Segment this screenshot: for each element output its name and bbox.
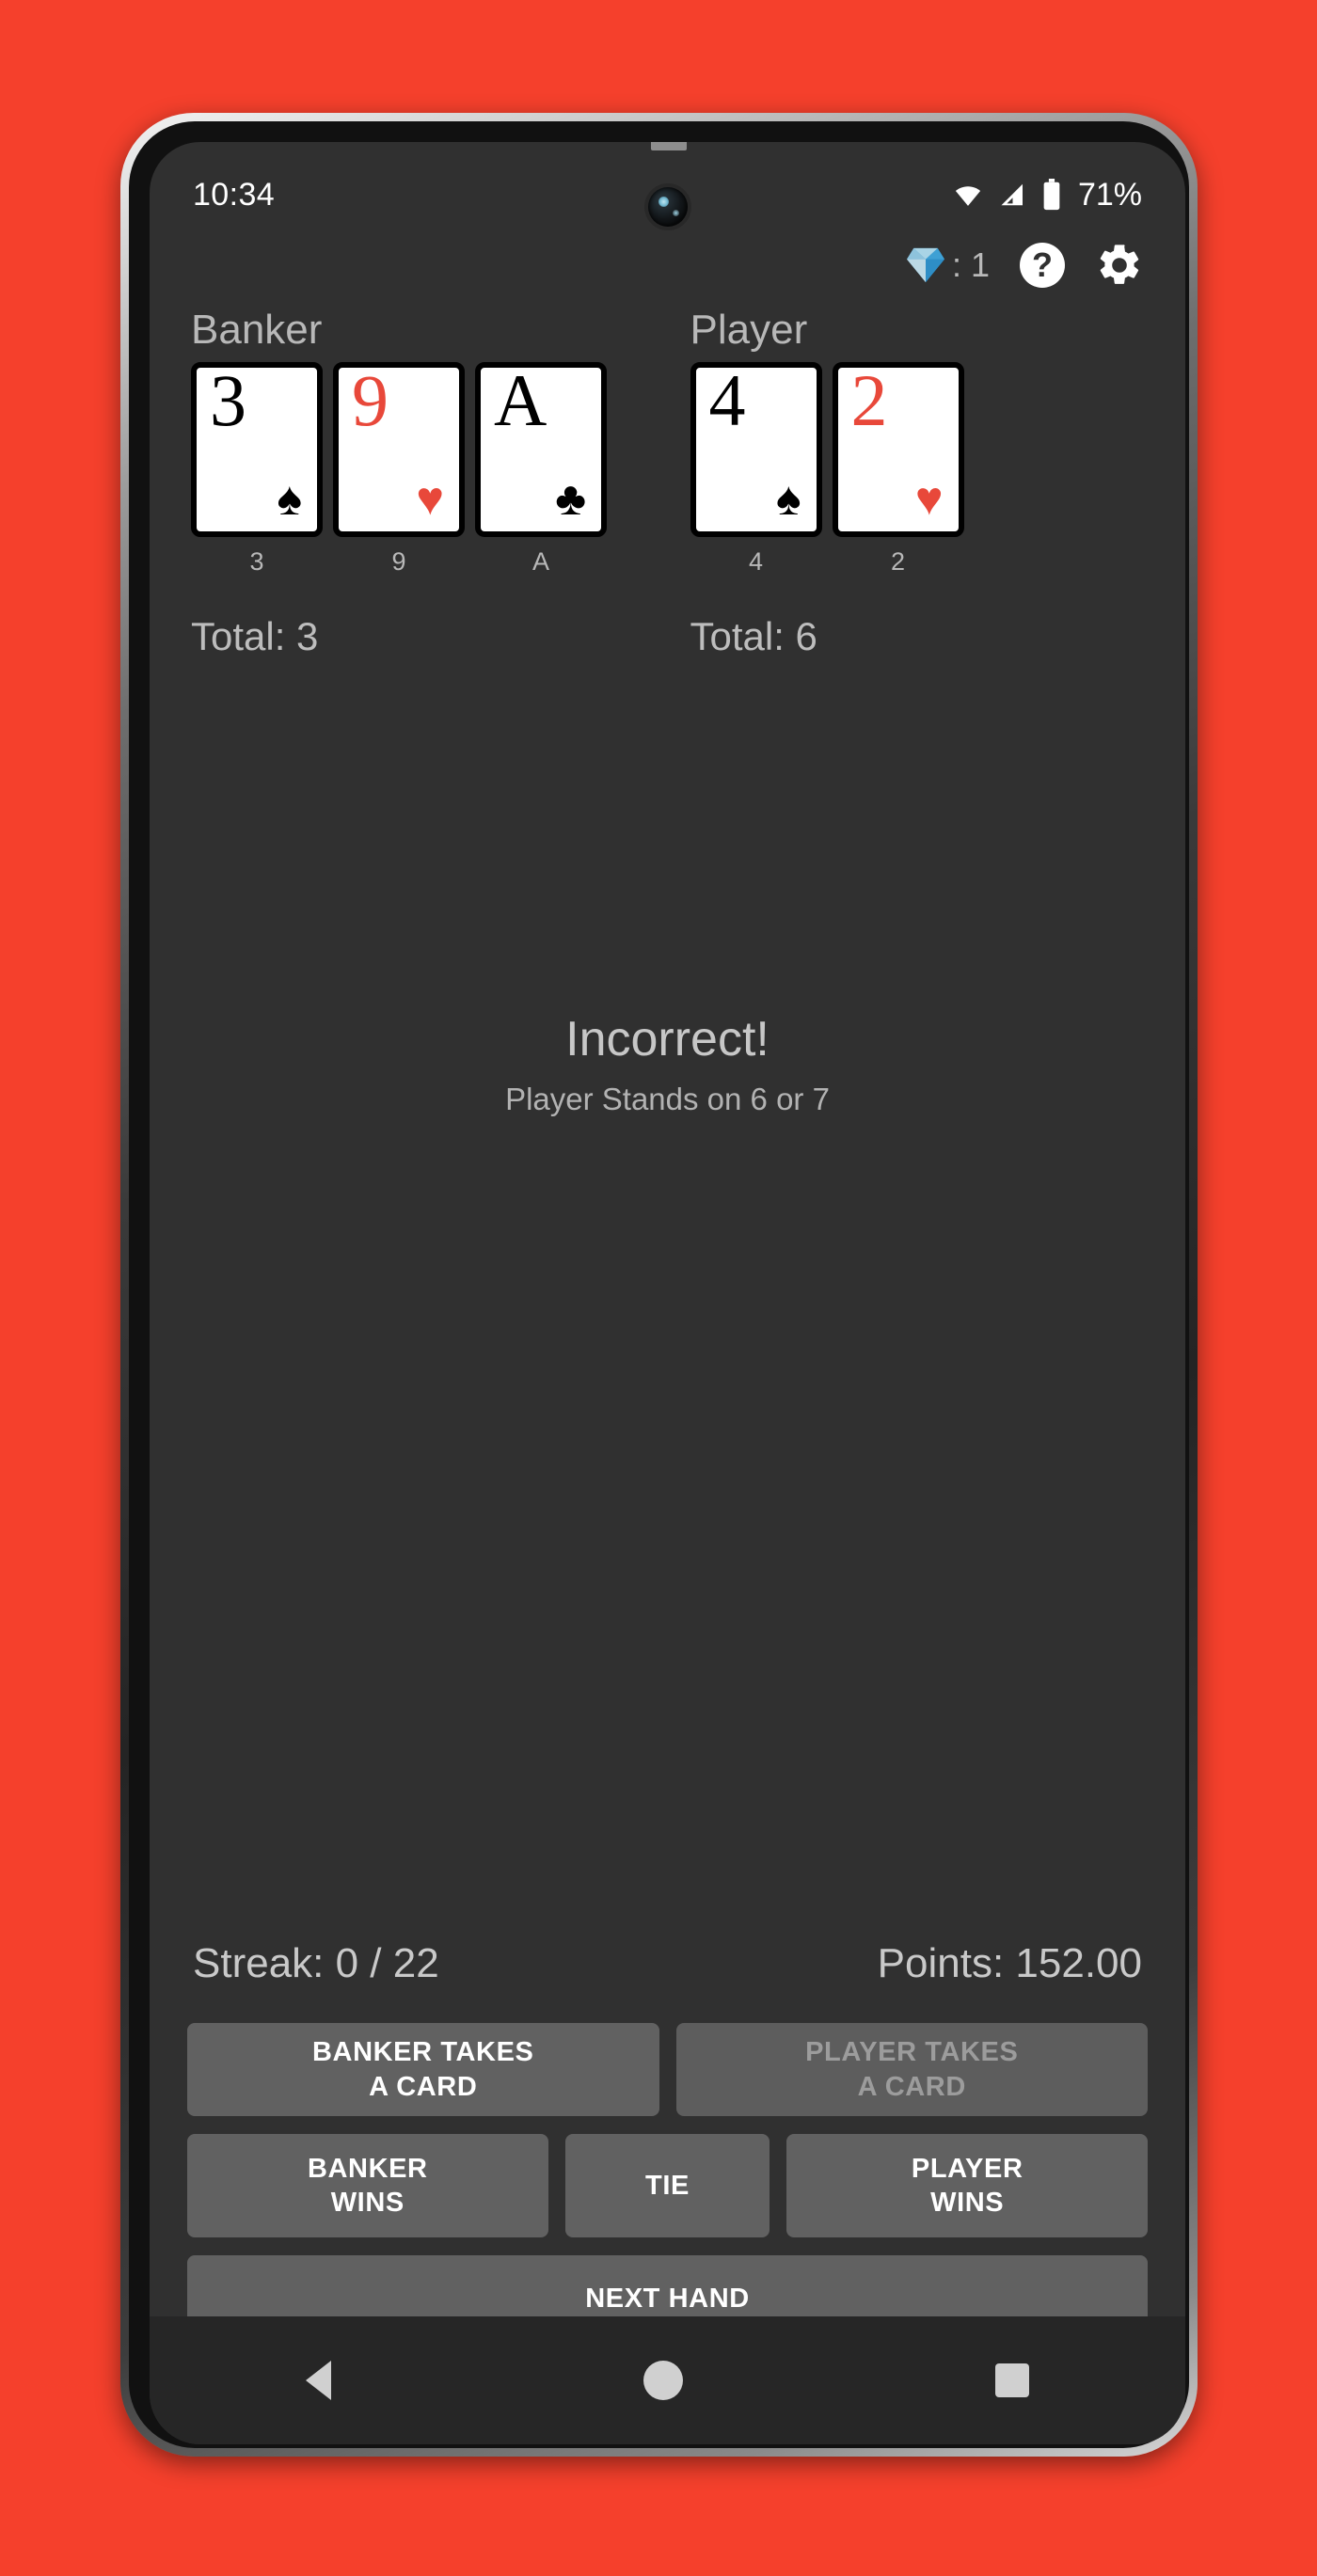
feedback-subtitle: Player Stands on 6 or 7: [505, 1081, 830, 1116]
phone-frame: 10:34 71%: 1 ? Banker 3 ♠ 3 9 ♥ 9 A ♣ A…: [120, 113, 1198, 2457]
score-row: Streak: 0 / 22 Points: 152.00: [150, 1940, 1185, 1987]
player-title: Player: [690, 307, 808, 353]
banker-title: Banker: [191, 307, 323, 353]
playing-card[interactable]: 2 ♥: [832, 359, 964, 538]
card-rank: 2: [850, 359, 888, 442]
earpiece-speaker: [651, 142, 687, 150]
battery-percent-label: 71%: [1077, 176, 1142, 213]
card-value-label: 9: [391, 547, 406, 577]
card-value-label: 2: [890, 547, 906, 577]
gear-icon[interactable]: [1095, 241, 1144, 290]
streak-label: Streak: 0 / 22: [193, 1940, 439, 1986]
winner-row: BANKER WINS TIE PLAYER WINS: [187, 2134, 1148, 2237]
playing-card[interactable]: 9 ♥: [333, 359, 465, 538]
status-time: 10:34: [193, 176, 276, 213]
status-bar: 10:34 71%: [150, 168, 1185, 221]
player-wins-button[interactable]: PLAYER WINS: [786, 2134, 1148, 2237]
takes-card-row: BANKER TAKES A CARD PLAYER TAKES A CARD: [187, 2023, 1148, 2116]
card-value-label: 4: [748, 547, 764, 577]
banker-wins-button[interactable]: BANKER WINS: [187, 2134, 548, 2237]
banker-hand: Banker 3 ♠ 3 9 ♥ 9 A ♣ A: [191, 307, 668, 577]
app-top-bar: : 1 ?: [150, 229, 1185, 302]
phone-screen: 10:34 71%: 1 ? Banker 3 ♠ 3 9 ♥ 9 A ♣ A…: [150, 142, 1185, 2444]
wifi-icon: [955, 186, 981, 206]
next-hand-label: NEXT HAND: [585, 2283, 750, 2314]
player-takes-a-card-button[interactable]: PLAYER TAKES A CARD: [675, 2023, 1148, 2116]
card-rank: A: [494, 359, 547, 442]
card-suit-icon: ♠: [277, 472, 302, 526]
playing-card[interactable]: 4 ♠: [690, 359, 822, 538]
banker-card-row: 3 ♠ 3 9 ♥ 9 A ♣ A: [191, 362, 668, 577]
playing-card[interactable]: 3 ♠: [191, 359, 323, 538]
points-label: Points: 152.00: [877, 1940, 1142, 1986]
banker-card-slot-2: 9 ♥ 9: [333, 362, 465, 577]
player-hand: Player 4 ♠ 4 2 ♥ 2: [668, 307, 1145, 577]
player-takes-label: PLAYER TAKES A CARD: [805, 2037, 1019, 2102]
cellular-signal-icon: [1001, 183, 1023, 206]
home-icon[interactable]: [643, 2361, 683, 2400]
game-board: Banker 3 ♠ 3 9 ♥ 9 A ♣ A Player 4 ♠ 4 2 …: [150, 307, 1185, 659]
diamond-icon: [906, 247, 944, 283]
card-value-label: 3: [249, 547, 264, 577]
screenshot-root: 10:34 71%: 1 ? Banker 3 ♠ 3 9 ♥ 9 A ♣ A…: [0, 0, 1317, 2576]
android-nav-bar: [150, 2316, 1185, 2444]
feedback-message: Incorrect! Player Stands on 6 or 7: [150, 1012, 1185, 1117]
card-rank: 3: [210, 359, 246, 442]
banker-wins-label: BANKER WINS: [307, 2153, 428, 2218]
player-wins-label: PLAYER WINS: [911, 2153, 1023, 2218]
hands-container: Banker 3 ♠ 3 9 ♥ 9 A ♣ A Player 4 ♠ 4 2 …: [150, 307, 1185, 577]
totals-row: Total: 3 Total: 6: [150, 614, 1185, 659]
card-suit-icon: ♥: [416, 472, 444, 526]
card-value-label: A: [532, 547, 549, 577]
banker-total: Total: 3: [191, 614, 319, 659]
player-card-slot-1: 4 ♠ 4: [690, 362, 822, 577]
player-total: Total: 6: [690, 614, 817, 659]
recents-icon[interactable]: [995, 2363, 1029, 2397]
card-suit-icon: ♠: [775, 472, 801, 526]
playing-card[interactable]: A ♣: [475, 359, 607, 538]
banker-card-slot-3: A ♣ A: [475, 362, 607, 577]
card-rank: 4: [708, 359, 746, 442]
tie-button[interactable]: TIE: [564, 2134, 770, 2237]
gem-counter[interactable]: : 1: [905, 245, 990, 285]
feedback-title: Incorrect!: [565, 1012, 770, 1067]
banker-takes-label: BANKER TAKES A CARD: [312, 2037, 534, 2102]
player-card-row: 4 ♠ 4 2 ♥ 2: [690, 362, 1145, 577]
help-icon-glyph: ?: [1032, 245, 1053, 284]
card-suit-icon: ♣: [555, 472, 586, 526]
player-card-slot-2: 2 ♥ 2: [832, 359, 964, 577]
phone-bezel: 10:34 71%: 1 ? Banker 3 ♠ 3 9 ♥ 9 A ♣ A…: [129, 121, 1189, 2448]
action-buttons: BANKER TAKES A CARD PLAYER TAKES A CARD: [150, 2023, 1185, 2360]
gem-count-label: : 1: [951, 245, 990, 284]
card-rank: 9: [352, 359, 389, 442]
status-icon-group: 71%: [951, 177, 1142, 213]
back-icon[interactable]: [306, 2361, 331, 2400]
banker-takes-a-card-button[interactable]: BANKER TAKES A CARD: [187, 2023, 659, 2116]
banker-card-slot-1: 3 ♠ 3: [191, 362, 323, 577]
battery-icon: [1043, 179, 1060, 211]
help-icon[interactable]: ?: [1020, 243, 1065, 288]
tie-label: TIE: [645, 2170, 690, 2201]
card-suit-icon: ♥: [914, 472, 944, 526]
